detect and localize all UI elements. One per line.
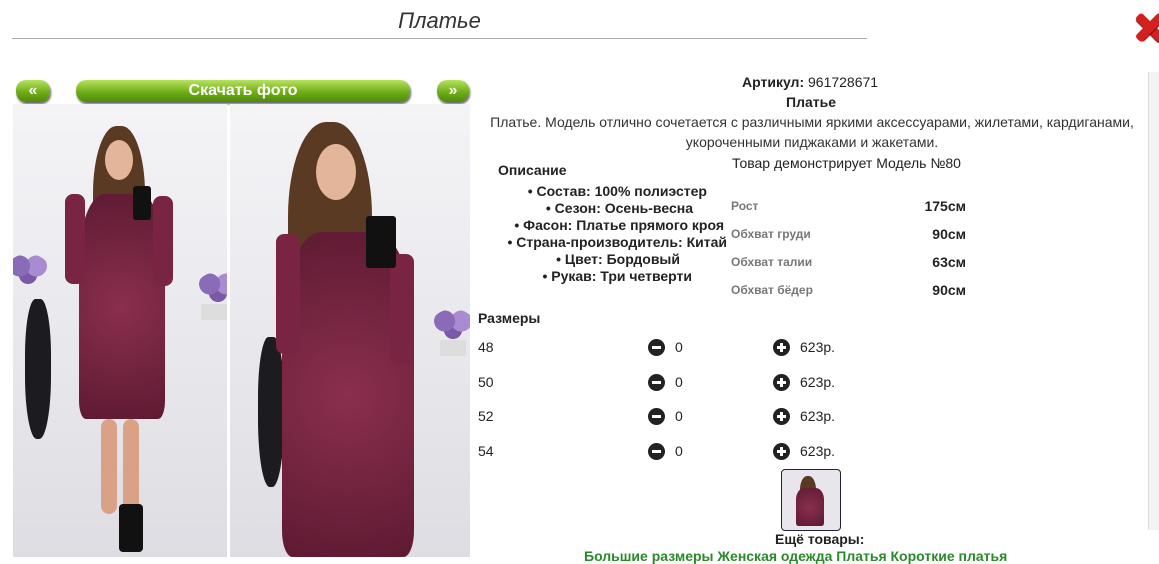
model-note: Товар демонстрирует Модель №80 — [732, 155, 961, 171]
spec-item: • Сезон: Осень-весна — [545, 200, 693, 216]
size-price: 623р. — [800, 443, 836, 459]
plus-circle-icon[interactable] — [773, 408, 790, 425]
measurement-label: Рост — [731, 199, 759, 213]
description-line-2: укороченными пиджаками и жакетами. — [685, 134, 939, 150]
size-quantity: 0 — [675, 408, 683, 424]
more-products-heading: Ещё товары: — [775, 531, 865, 547]
measurement-value: 63см — [932, 254, 966, 270]
more-products-links[interactable]: Большие размеры Женская одежда Платья Ко… — [584, 548, 1007, 564]
size-label: 50 — [478, 374, 494, 390]
measurement-value: 90см — [932, 282, 966, 298]
measurement-value: 175см — [924, 198, 966, 214]
minus-circle-icon[interactable] — [648, 374, 665, 391]
sizes-heading: Размеры — [478, 310, 541, 326]
scrollbar[interactable] — [1148, 72, 1159, 530]
measurement-label: Обхват талии — [731, 255, 813, 269]
size-label: 48 — [478, 339, 494, 355]
size-label: 54 — [478, 443, 494, 459]
description-line-1: Платье. Модель отлично сочетается с разл… — [490, 114, 1134, 130]
page-title: Платье — [12, 6, 867, 39]
article-value: 961728671 — [808, 74, 879, 90]
specs-heading: Описание — [498, 162, 567, 178]
spec-item: • Состав: 100% полиэстер — [527, 183, 707, 199]
plus-circle-icon[interactable] — [773, 339, 790, 356]
article-label: Артикул: — [742, 74, 805, 90]
plus-circle-icon[interactable] — [773, 443, 790, 460]
spec-item: • Фасон: Платье прямого кроя — [514, 217, 724, 233]
minus-circle-icon[interactable] — [648, 339, 665, 356]
spec-item: • Страна-производитель: Китай — [507, 234, 727, 250]
minus-circle-icon[interactable] — [648, 408, 665, 425]
download-photo-button[interactable]: Скачать фото — [76, 80, 410, 102]
measurement-label: Обхват груди — [731, 227, 811, 241]
minus-circle-icon[interactable] — [648, 443, 665, 460]
close-icon[interactable] — [1135, 12, 1159, 42]
product-description: Платье. Модель отлично сочетается с разл… — [478, 112, 1146, 152]
article-line: Артикул: 961728671 — [742, 74, 878, 90]
next-photo-button[interactable]: » — [437, 80, 469, 102]
size-quantity: 0 — [675, 374, 683, 390]
size-price: 623р. — [800, 408, 836, 424]
product-photo-1[interactable] — [13, 104, 227, 557]
measurement-value: 90см — [932, 226, 966, 242]
spec-item: • Рукав: Три четверти — [542, 268, 692, 284]
size-label: 52 — [478, 408, 494, 424]
size-quantity: 0 — [675, 443, 683, 459]
product-name: Платье — [786, 94, 836, 110]
spec-item: • Цвет: Бордовый — [556, 251, 680, 267]
product-thumbnail[interactable] — [781, 469, 841, 531]
prev-photo-button[interactable]: « — [16, 80, 50, 102]
measurement-label: Обхват бёдер — [731, 283, 813, 297]
plus-circle-icon[interactable] — [773, 374, 790, 391]
size-quantity: 0 — [675, 339, 683, 355]
size-price: 623р. — [800, 339, 836, 355]
size-price: 623р. — [800, 374, 836, 390]
product-photo-2[interactable] — [230, 104, 470, 557]
